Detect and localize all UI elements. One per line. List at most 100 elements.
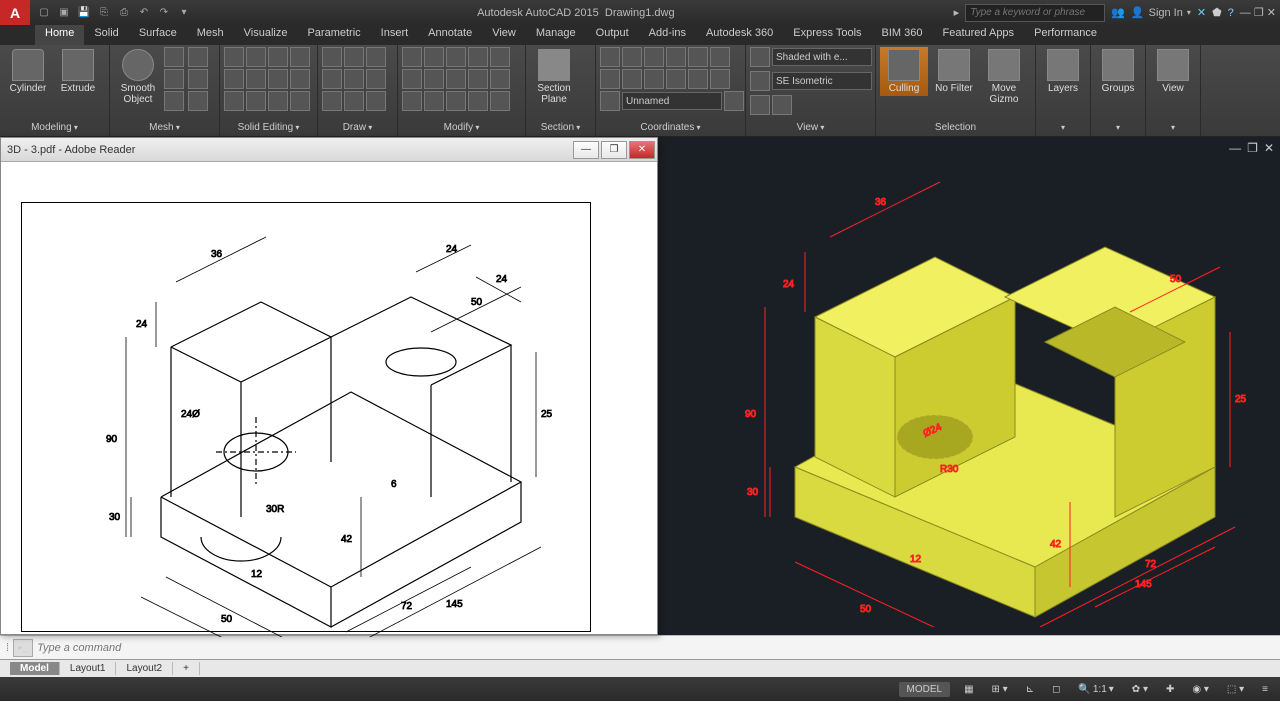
qat-redo-icon[interactable]: ↷ [156,5,172,21]
solid-edit-tool[interactable] [268,91,288,111]
move-gizmo-button[interactable]: Move Gizmo [980,47,1028,107]
ribbon-tab-output[interactable]: Output [586,25,639,45]
minimize-button[interactable]: — [1240,7,1251,19]
modify-tool[interactable] [402,91,422,111]
ucs-tool[interactable] [688,47,708,67]
solid-edit-tool[interactable] [224,91,244,111]
status-iso-icon[interactable]: ⬚ ▾ [1223,684,1248,695]
ribbon-tab-parametric[interactable]: Parametric [297,25,370,45]
mesh-tool[interactable] [188,69,208,89]
ucs-name-input[interactable] [622,92,722,110]
draw-tool[interactable] [322,69,342,89]
ucs-tool[interactable] [622,69,642,89]
ucs-tool[interactable] [710,69,730,89]
ribbon-tab-manage[interactable]: Manage [526,25,586,45]
layout-tab-layout1[interactable]: Layout1 [60,662,117,675]
ribbon-tab-bim-360[interactable]: BIM 360 [872,25,933,45]
qat-saveas-icon[interactable]: ⎘ [96,5,112,21]
view-button[interactable]: View [1150,47,1196,96]
draw-tool[interactable] [366,91,386,111]
signin-button[interactable]: 👤Sign In▾ [1131,6,1191,19]
status-snap-icon[interactable]: ⊞ ▾ [988,684,1012,695]
modify-tool[interactable] [424,47,444,67]
modify-tool[interactable] [468,91,488,111]
draw-tool[interactable] [344,69,364,89]
qat-undo-icon[interactable]: ↶ [136,5,152,21]
modify-tool[interactable] [402,47,422,67]
ribbon-tab-solid[interactable]: Solid [84,25,128,45]
status-osnap-icon[interactable]: ◻ [1048,684,1064,695]
status-gear-icon[interactable]: ✿ ▾ [1128,684,1152,695]
modify-tool[interactable] [446,47,466,67]
solid-edit-tool[interactable] [290,91,310,111]
pdf-body[interactable]: 90 24 36 24 24 50 25 30 24Ø 30R 42 12 6 … [1,162,657,634]
cylinder-button[interactable]: Cylinder [4,47,52,96]
ucs-tool[interactable] [724,91,744,111]
ucs-tool[interactable] [666,47,686,67]
draw-tool[interactable] [366,47,386,67]
exchange-icon[interactable]: ✕ [1197,6,1206,19]
solid-edit-tool[interactable] [268,47,288,67]
modify-tool[interactable] [402,69,422,89]
panel-mesh[interactable]: Mesh [114,121,215,134]
mesh-tool[interactable] [164,47,184,67]
cmd-prompt-icon[interactable]: ▸_ [13,639,33,657]
status-scale[interactable]: 🔍 1:1 ▾ [1074,684,1117,695]
search-icon[interactable]: 👥 [1111,6,1125,19]
ribbon-tab-view[interactable]: View [482,25,526,45]
layout-tab-layout2[interactable]: Layout2 [116,662,173,675]
modify-tool[interactable] [468,47,488,67]
search-input[interactable] [965,4,1105,22]
ribbon-tab-mesh[interactable]: Mesh [187,25,234,45]
help-icon[interactable]: ? [1228,7,1234,19]
ribbon-tab-featured-apps[interactable]: Featured Apps [933,25,1025,45]
qat-save-icon[interactable]: 💾 [76,5,92,21]
layers-button[interactable]: Layers [1040,47,1086,96]
no-filter-button[interactable]: No Filter [930,47,978,96]
draw-tool[interactable] [322,47,342,67]
ucs-tool[interactable] [600,69,620,89]
qat-print-icon[interactable]: ⎙ [116,5,132,21]
modify-tool[interactable] [490,69,510,89]
qat-new-icon[interactable]: ▢ [36,5,52,21]
pdf-close-button[interactable]: ✕ [629,141,655,159]
viewport-3d[interactable]: — ❐ ✕ [660,137,1280,635]
ribbon-tab-insert[interactable]: Insert [371,25,419,45]
draw-tool[interactable] [344,91,364,111]
view-preset-dropdown[interactable] [772,72,872,90]
solid-edit-tool[interactable] [290,47,310,67]
panel-groups[interactable] [1095,121,1141,134]
panel-view2[interactable] [1150,121,1196,134]
draw-tool[interactable] [366,69,386,89]
draw-tool[interactable] [344,47,364,67]
cloud-icon[interactable]: ⬟ [1212,6,1222,19]
close-button[interactable]: ✕ [1267,7,1276,19]
modify-tool[interactable] [490,91,510,111]
status-grid-icon[interactable]: ▦ [960,684,977,695]
panel-coordinates[interactable]: Coordinates [600,121,741,134]
ucs-tool[interactable] [600,47,620,67]
ribbon-tab-surface[interactable]: Surface [129,25,187,45]
panel-layers[interactable] [1040,121,1086,134]
ucs-icon[interactable] [600,91,620,111]
panel-draw[interactable]: Draw [322,121,393,134]
pdf-minimize-button[interactable]: — [573,141,599,159]
panel-section[interactable]: Section [530,121,591,134]
ribbon-tab-home[interactable]: Home [35,25,84,45]
mesh-tool[interactable] [164,91,184,111]
ribbon-tab-performance[interactable]: Performance [1024,25,1107,45]
modify-tool[interactable] [424,69,444,89]
panel-modify[interactable]: Modify [402,121,521,134]
panel-view[interactable]: View [750,121,871,134]
solid-edit-tool[interactable] [246,91,266,111]
ribbon-tab-autodesk-360[interactable]: Autodesk 360 [696,25,783,45]
view-tool[interactable] [772,95,792,115]
ribbon-tab-add-ins[interactable]: Add-ins [639,25,696,45]
viewport-close-icon[interactable]: ✕ [1264,141,1274,155]
layout-tab-model[interactable]: Model [10,662,60,675]
pdf-maximize-button[interactable]: ❐ [601,141,627,159]
qat-dropdown-icon[interactable]: ▾ [176,5,192,21]
status-anno-icon[interactable]: ✚ [1162,684,1178,695]
visual-style-dropdown[interactable] [772,48,872,66]
view-tool[interactable] [750,95,770,115]
